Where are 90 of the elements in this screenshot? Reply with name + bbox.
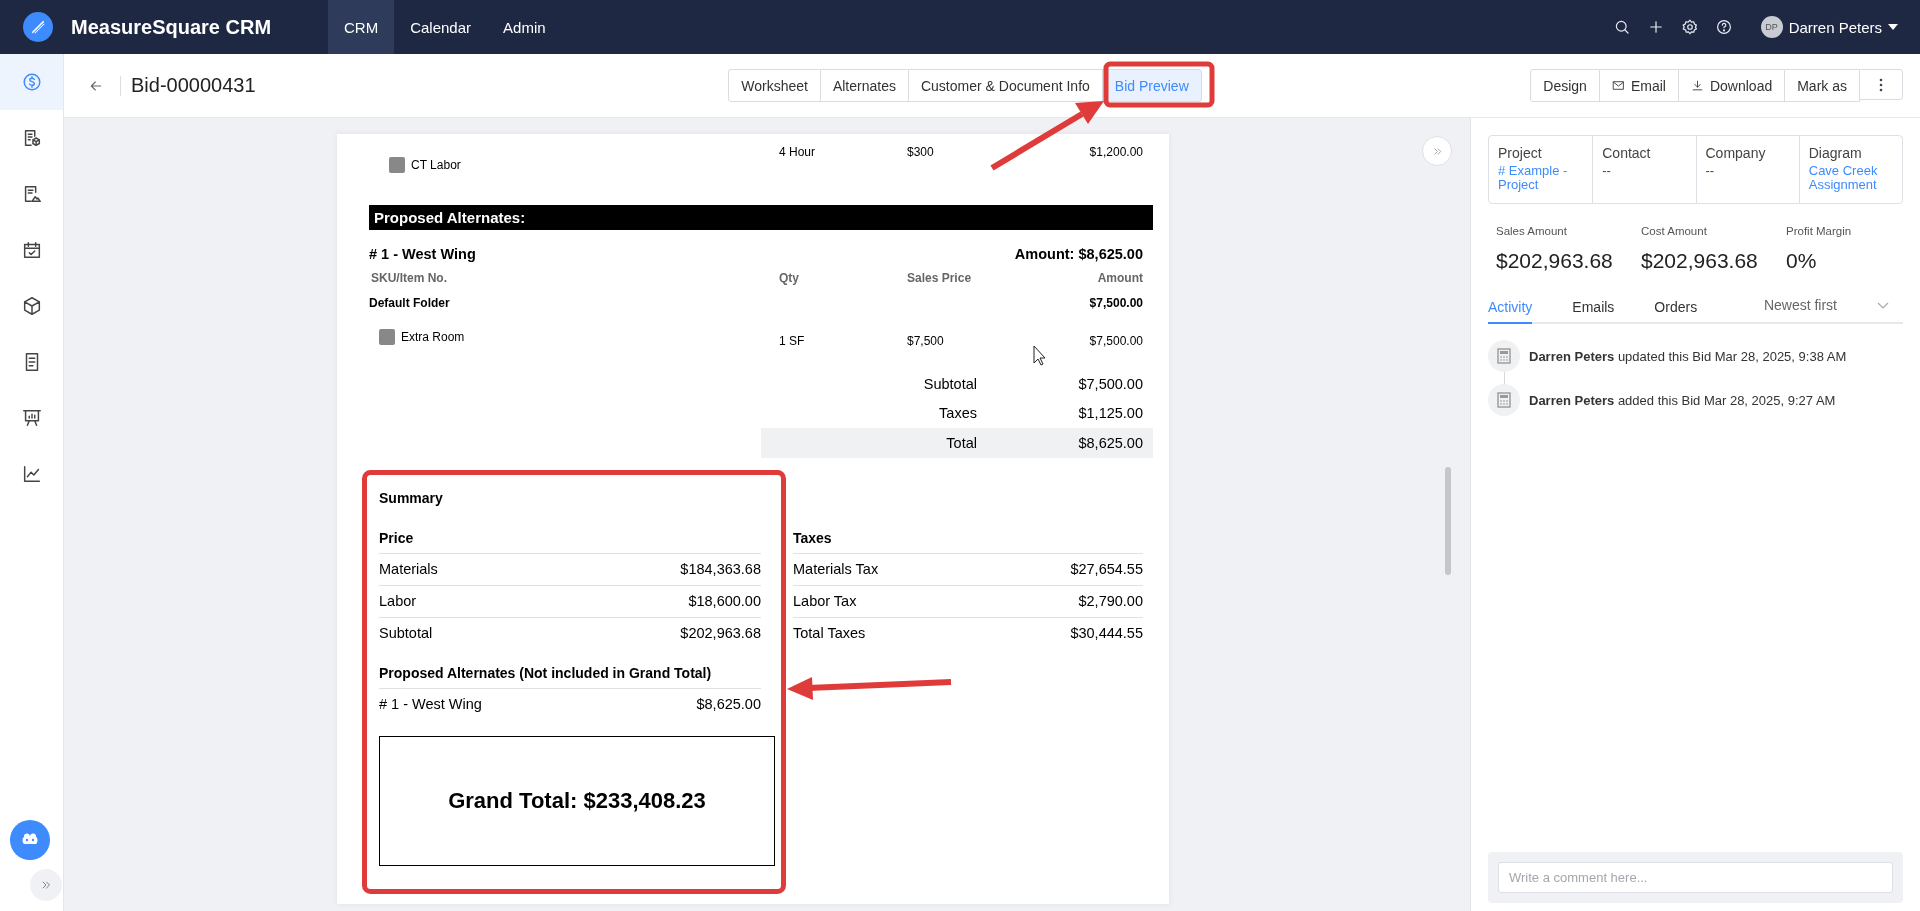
column-header: Sales Price — [907, 270, 973, 287]
stat-value: 0% — [1786, 248, 1818, 274]
caret-icon[interactable] — [1888, 24, 1898, 30]
logo-icon[interactable] — [23, 12, 53, 42]
toolbar-button[interactable]: Download — [1677, 69, 1786, 102]
nav-tab[interactable]: Calendar — [394, 0, 488, 54]
view-tab[interactable]: Alternates — [819, 69, 909, 102]
field-label: Project — [1498, 144, 1543, 162]
grand-total: Grand Total: $233,408.23 — [448, 788, 706, 814]
thumbnail-swatch — [389, 157, 405, 173]
view-tab[interactable]: Customer & Document Info — [907, 69, 1103, 102]
folder-amount: $7,500.00 — [1088, 295, 1143, 312]
settings-icon — [1680, 18, 1699, 36]
item-name: CT Labor — [411, 158, 461, 172]
summary-title: Summary — [379, 489, 444, 508]
total-value: $7,500.00 — [1077, 375, 1143, 394]
field-value: -- — [1602, 164, 1612, 178]
activity-entry: Darren Peters added this Bid Mar 28, 2025, 9:27 AM — [1529, 392, 1836, 408]
item-price: $300 — [907, 144, 935, 161]
stat-value: $202,963.68 — [1496, 248, 1614, 274]
item-name: Extra Room — [401, 329, 465, 344]
toolbar-button[interactable]: Design — [1530, 69, 1600, 102]
row-value: $184,363.68 — [680, 560, 761, 579]
assistant-button[interactable] — [10, 820, 50, 860]
row-label: Total Taxes — [793, 624, 866, 643]
section-heading: Price — [379, 528, 761, 554]
stat-label: Profit Margin — [1786, 224, 1853, 238]
panel-tab[interactable]: Orders — [1654, 299, 1698, 324]
avatar[interactable]: DP — [1760, 16, 1783, 38]
panel-tab[interactable]: Emails — [1572, 299, 1615, 324]
app-title: MeasureSquare CRM — [71, 15, 272, 39]
column-header: SKU/Item No. — [370, 270, 448, 287]
help-icon — [1714, 18, 1733, 36]
column-header: Qty — [779, 270, 800, 287]
field-label: Diagram — [1808, 144, 1863, 162]
row-label: Materials — [379, 560, 438, 579]
stat-label: Sales Amount — [1496, 224, 1568, 238]
column-header: Amount — [1096, 270, 1143, 287]
toolbar-button[interactable]: Email — [1598, 69, 1679, 102]
row-value: $202,963.68 — [680, 624, 761, 643]
row-value: $18,600.00 — [688, 592, 761, 611]
stat-label: Cost Amount — [1641, 224, 1708, 238]
scrollbar[interactable] — [1445, 467, 1451, 575]
download-icon — [1690, 79, 1704, 92]
row-label: Subtotal — [379, 624, 433, 643]
item-amount: $1,200.00 — [1088, 144, 1143, 161]
folder-name: Default Folder — [369, 295, 451, 312]
field-value: -- — [1705, 164, 1716, 178]
user-name[interactable]: Darren Peters — [1788, 18, 1882, 36]
stat-value: $202,963.68 — [1641, 248, 1759, 274]
cursor-icon — [1033, 345, 1046, 366]
item-qty: 4 Hour — [779, 144, 817, 161]
row-label: Labor Tax — [793, 592, 857, 611]
presentation-board-icon — [20, 407, 43, 429]
chevron-down-icon — [1877, 301, 1889, 309]
sort-dropdown[interactable]: Newest first — [1763, 297, 1889, 322]
field-label: Contact — [1602, 144, 1652, 162]
row-value: $2,790.00 — [1078, 592, 1143, 611]
kebab-icon — [1879, 77, 1883, 92]
nav-tab[interactable]: Admin — [487, 0, 562, 54]
toolbar-button[interactable]: Mark as — [1784, 69, 1860, 102]
total-label: Subtotal — [922, 375, 977, 394]
alternate-title: # 1 - West Wing — [369, 245, 476, 264]
row-label: Labor — [379, 592, 417, 611]
mail-icon — [1611, 79, 1625, 92]
row-value: $30,444.55 — [1070, 624, 1143, 643]
row-value: $8,625.00 — [696, 695, 761, 714]
calculator-icon — [1497, 348, 1511, 364]
total-value: $1,125.00 — [1077, 404, 1143, 423]
row-value: $27,654.55 — [1070, 560, 1143, 579]
total-label: Taxes — [938, 404, 977, 423]
calculator-icon — [1497, 392, 1511, 408]
section-heading: Taxes — [793, 528, 1143, 554]
bid-title: Bid-00000431 — [131, 74, 256, 97]
view-tab[interactable]: Worksheet — [728, 69, 821, 102]
comment-field[interactable]: Write a comment here... — [1498, 862, 1893, 893]
activity-entry: Darren Peters updated this Bid Mar 28, 2025, 9:38 AM — [1529, 348, 1847, 364]
item-amount: $7,500.00 — [1088, 333, 1143, 350]
field-label: Company — [1705, 144, 1767, 162]
alternate-amount: Amount: $8,625.00 — [1014, 245, 1143, 264]
thumbnail-swatch — [379, 328, 395, 345]
section-heading: Proposed Alternates: — [369, 205, 1153, 230]
nav-tab[interactable]: CRM — [328, 0, 395, 54]
item-price: $7,500 — [907, 333, 945, 350]
section-heading: Proposed Alternates (Not included in Grand Total) — [379, 663, 761, 689]
row-label: Materials Tax — [793, 560, 879, 579]
row-label: # 1 - West Wing — [379, 695, 482, 714]
item-qty: 1 SF — [779, 333, 806, 350]
total-label: Total — [945, 434, 977, 453]
total-value: $8,625.00 — [1077, 434, 1143, 453]
